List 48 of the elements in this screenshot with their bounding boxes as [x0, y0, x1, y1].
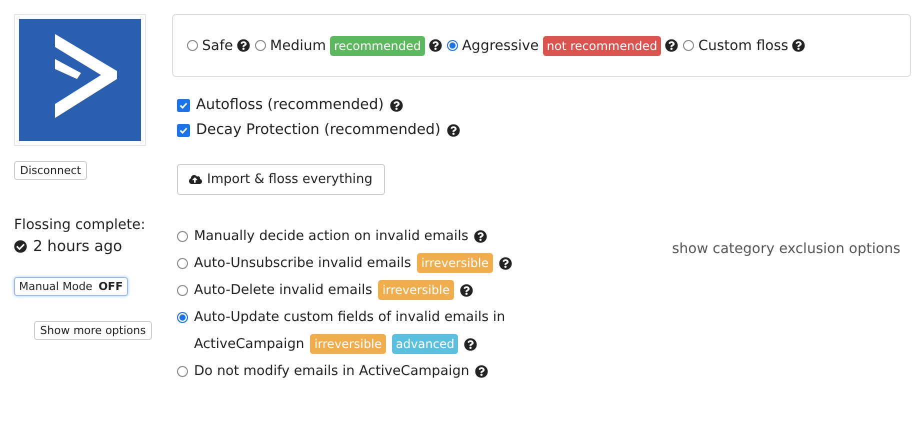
- help-icon[interactable]: [237, 39, 250, 52]
- tag: recommended: [330, 36, 425, 56]
- radio-button[interactable]: [177, 366, 188, 377]
- mode-label: Custom floss: [698, 38, 788, 54]
- radio-button[interactable]: [187, 40, 198, 51]
- tag: advanced: [392, 334, 458, 354]
- help-icon[interactable]: [792, 39, 806, 52]
- help-icon[interactable]: [498, 256, 512, 270]
- help-icon[interactable]: [665, 39, 678, 52]
- disconnect-button[interactable]: Disconnect: [14, 161, 88, 180]
- tag: not recommended: [542, 36, 662, 56]
- show-more-options-button[interactable]: Show more options: [34, 321, 152, 340]
- import-button[interactable]: Import & floss everything: [177, 164, 385, 195]
- manual-mode-toggle[interactable]: Manual Mode OFF: [14, 277, 128, 296]
- radio-button[interactable]: [177, 231, 188, 242]
- category-options-link[interactable]: show category exclusion options: [672, 241, 900, 259]
- status-title: Flossing complete:: [14, 217, 146, 233]
- action-label: Manually decide action on invalid emails: [194, 228, 468, 244]
- action-label: Do not modify emails in ActiveCampaign: [194, 363, 470, 379]
- status-time: 2 hours ago: [33, 237, 122, 255]
- help-icon[interactable]: [460, 284, 473, 296]
- action-label: Auto-Unsubscribe invalid emails: [194, 255, 412, 271]
- radio-button[interactable]: [446, 40, 458, 51]
- checkbox-label: Autofloss (recommended): [196, 97, 384, 113]
- mode-label: Safe: [202, 38, 234, 54]
- help-icon[interactable]: [474, 230, 488, 242]
- action-label: ActiveCampaign: [194, 336, 304, 352]
- tag: irreversible: [378, 280, 454, 300]
- checkbox[interactable]: [177, 124, 190, 136]
- radio-button[interactable]: [177, 285, 188, 296]
- radio-button[interactable]: [255, 40, 266, 51]
- tag: irreversible: [417, 253, 493, 273]
- mode-label: Aggressive: [462, 38, 539, 54]
- help-icon[interactable]: [428, 39, 442, 52]
- cloud-upload-icon: [189, 173, 202, 186]
- checkbox[interactable]: [177, 98, 190, 112]
- help-icon[interactable]: [390, 98, 403, 112]
- help-icon[interactable]: [475, 364, 488, 378]
- help-icon[interactable]: [446, 124, 460, 136]
- action-label: Auto-Delete invalid emails: [194, 282, 372, 298]
- help-icon[interactable]: [464, 338, 478, 350]
- checkbox-label: Decay Protection (recommended): [196, 122, 441, 138]
- radio-button[interactable]: [177, 258, 188, 269]
- mode-label: Medium: [270, 38, 326, 54]
- action-label: Auto-Update custom fields of invalid emails in: [194, 309, 506, 325]
- radio-button[interactable]: [177, 312, 188, 323]
- tag: irreversible: [310, 334, 386, 354]
- radio-button[interactable]: [683, 40, 694, 51]
